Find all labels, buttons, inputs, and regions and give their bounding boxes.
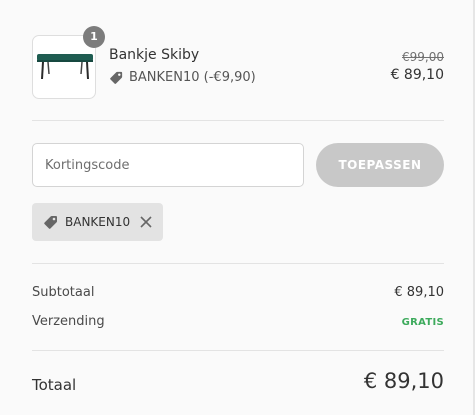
shipping-value: GRATIS [401, 317, 444, 328]
tag-icon [44, 216, 57, 229]
product-discount: BANKEN10 (-€9,90) [109, 68, 256, 86]
applied-discount-tag: BANKEN10 [32, 203, 163, 241]
quantity-badge: 1 [83, 26, 105, 48]
divider [32, 263, 444, 264]
applied-code-label: BANKEN10 [65, 215, 131, 229]
order-summary: 1 Bankje Skiby BANKEN10 (-€9,90) €99,00 … [0, 0, 475, 415]
original-price: €99,00 [402, 50, 444, 64]
tag-icon [110, 71, 123, 84]
shipping-label: Verzending [32, 314, 105, 329]
total-value: € 89,10 [363, 369, 444, 393]
cart-line-item: 1 Bankje Skiby BANKEN10 (-€9,90) €99,00 … [32, 26, 444, 99]
close-icon [140, 216, 152, 228]
line-price: € 89,10 [390, 67, 444, 83]
divider [32, 350, 444, 351]
apply-discount-button[interactable]: TOEPASSEN [316, 143, 444, 187]
subtotal-value: € 89,10 [394, 285, 444, 300]
divider [32, 120, 444, 121]
bench-icon [37, 54, 93, 80]
discount-code-input[interactable] [32, 143, 304, 187]
remove-discount-button[interactable] [138, 214, 154, 230]
product-discount-label: BANKEN10 (-€9,90) [129, 69, 256, 85]
product-name: Bankje Skiby [109, 47, 200, 63]
total-label: Totaal [32, 376, 77, 394]
subtotal-label: Subtotaal [32, 285, 95, 300]
